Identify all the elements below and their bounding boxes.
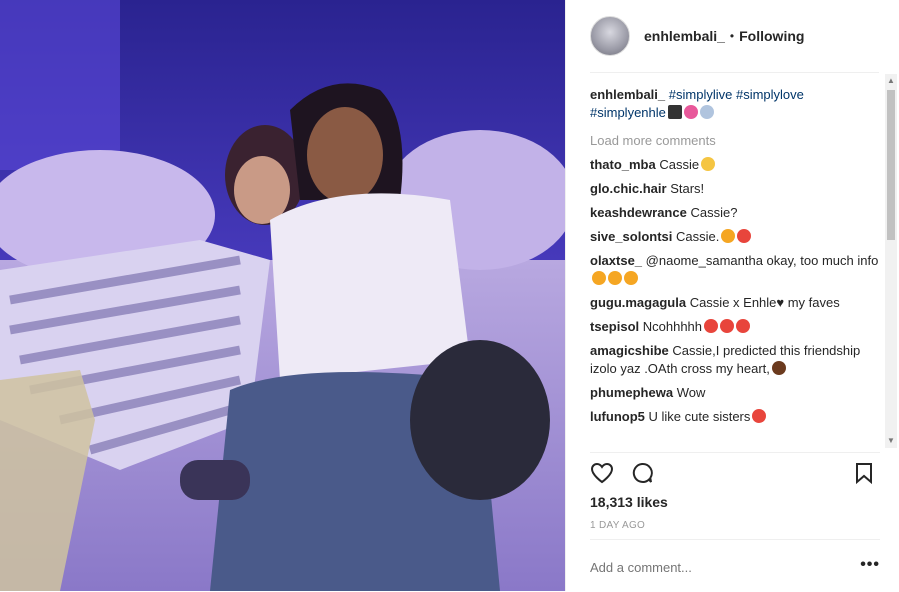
comment-username[interactable]: tsepisol [590,319,639,334]
comment-item: lufunop5 U like cute sisters [590,408,880,426]
comment-item: gugu.magagula Cassie x Enhle♥ my faves [590,294,880,312]
hashtag-link[interactable]: #simplylove [736,87,804,102]
following-button[interactable]: Following [739,28,804,44]
comments-scrollbar[interactable]: ▲ ▼ [885,74,897,448]
comment-username[interactable]: olaxtse_ [590,253,642,268]
post-side-panel: enhlembali_ • Following enhlembali_ #sim… [565,0,899,591]
emoji-icon [721,229,736,243]
comment-username[interactable]: thato_mba [590,157,656,172]
caption: enhlembali_ #simplylive #simplylove #sim… [590,86,880,122]
bookmark-icon[interactable] [852,461,876,485]
comment-text: Ncohhhhh [642,319,703,334]
comment-item: thato_mba Cassie [590,156,880,174]
comment-text: U like cute sisters [648,409,751,424]
comment-item: keashdewrance Cassie? [590,204,880,222]
emoji-icon [701,157,716,171]
emoji-icon [737,229,752,243]
comment-item: sive_solontsi Cassie. [590,228,880,246]
heart-icon[interactable] [590,461,614,485]
comment-text: Cassie x Enhle♥ my faves [689,295,840,310]
comment-text: Wow [676,385,706,400]
comments-list: enhlembali_ #simplylive #simplylove #sim… [590,86,880,448]
comment-text: Cassie. [676,229,720,244]
comment-text: Stars! [670,181,705,196]
comment-username[interactable]: amagicshibe [590,343,669,358]
comment-username[interactable]: sive_solontsi [590,229,672,244]
hashtag-link[interactable]: #simplylive [669,87,733,102]
header-username[interactable]: enhlembali_ [644,28,725,44]
comment-item: phumephewa Wow [590,384,880,402]
emoji-icon [736,319,751,333]
comment-text: @naome_samantha okay, too much info [645,253,879,268]
magnifier-emoji-icon [699,105,714,119]
comment-username[interactable]: glo.chic.hair [590,181,667,196]
comment-username[interactable]: keashdewrance [590,205,687,220]
comment-icon[interactable] [630,461,654,485]
comment-item: tsepisol Ncohhhhh [590,318,880,336]
emoji-icon [720,319,735,333]
comment-username[interactable]: phumephewa [590,385,673,400]
hashtag-link[interactable]: #simplyenhle [590,105,666,120]
post-header: enhlembali_ • Following [590,14,879,73]
emoji-icon [704,319,719,333]
separator-dot: • [729,29,735,43]
scroll-down-icon[interactable]: ▼ [885,434,897,448]
emoji-icon [771,361,786,375]
comment-item: olaxtse_ @naome_samantha okay, too much … [590,252,880,288]
more-options-icon[interactable]: ••• [860,556,880,574]
add-comment-input[interactable] [590,560,820,575]
avatar[interactable] [590,16,630,56]
comment-username[interactable]: gugu.magagula [590,295,686,310]
action-bar [590,452,880,493]
scroll-up-icon[interactable]: ▲ [885,74,897,88]
caption-username[interactable]: enhlembali_ [590,87,665,102]
emoji-icon [592,271,606,285]
post-timestamp[interactable]: 1 DAY AGO [590,520,645,531]
post-photo[interactable] [0,0,565,591]
likes-count[interactable]: 18,313 likes [590,494,668,510]
load-more-comments[interactable]: Load more comments [590,132,880,150]
comment-text: Cassie? [690,205,738,220]
graduation-cap-emoji-icon [667,105,682,119]
comment-item: glo.chic.hair Stars! [590,180,880,198]
flower-emoji-icon [683,105,698,119]
emoji-icon [752,409,767,423]
comment-item: amagicshibe Cassie,I predicted this frie… [590,342,880,378]
comment-text: Cassie [659,157,700,172]
add-comment-bar: ••• [590,539,880,592]
scrollbar-thumb[interactable] [887,90,895,240]
photo-illustration [0,0,565,591]
comment-username[interactable]: lufunop5 [590,409,645,424]
emoji-icon [624,271,638,285]
emoji-icon [608,271,622,285]
